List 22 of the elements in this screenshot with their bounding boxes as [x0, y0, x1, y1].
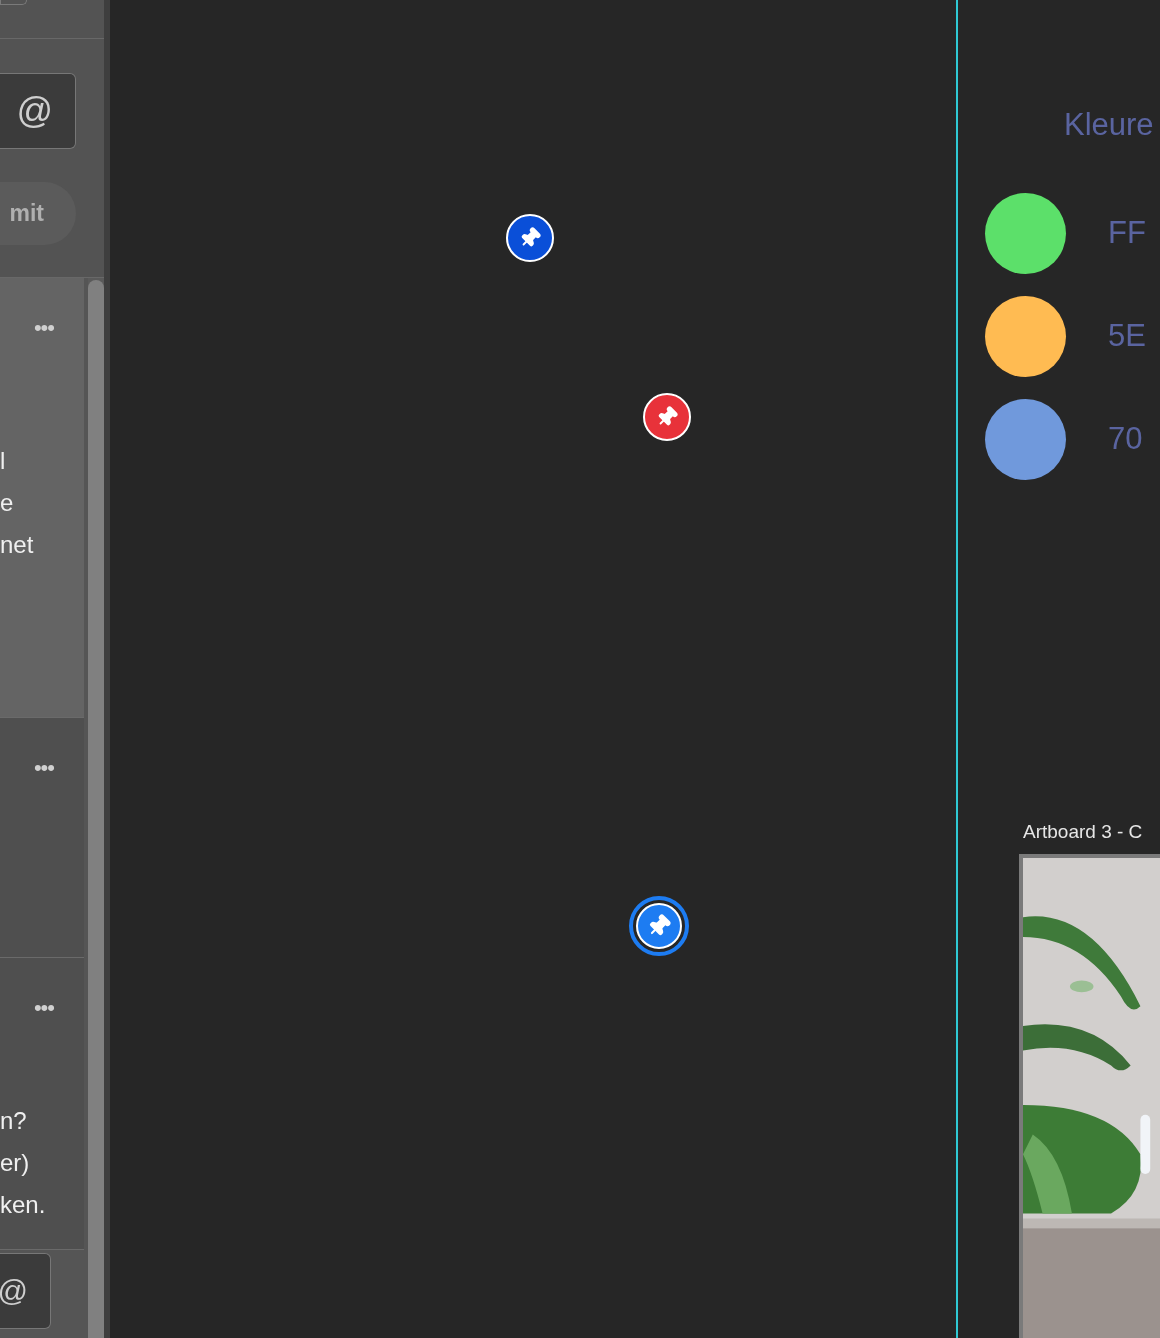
comment-input[interactable]: @ [0, 73, 76, 149]
comment-text-line: ken. [0, 1190, 47, 1220]
comment-text-line: e [0, 488, 15, 518]
color-code: 5E [1108, 316, 1146, 355]
comment-text-line: l [0, 446, 7, 476]
reply-input[interactable]: @ [0, 1253, 51, 1329]
artboard-heading: Kleure [1064, 107, 1154, 142]
comment-text-line: n? [0, 1106, 28, 1136]
artboard-label[interactable]: Artboard 3 - C [1023, 820, 1143, 842]
comment-text-line: er) [0, 1148, 31, 1178]
more-options[interactable]: ••• [33, 756, 54, 780]
comment-text-line: net [0, 530, 35, 560]
comment-pin[interactable] [629, 896, 689, 956]
comment-card[interactable]: ••• [0, 718, 84, 958]
more-options[interactable]: ••• [33, 996, 54, 1020]
color-code: 70 [1108, 419, 1143, 458]
more-options[interactable]: ••• [33, 316, 54, 340]
color-code: FF [1108, 213, 1146, 252]
comment-card[interactable]: ••• l e net [0, 278, 84, 718]
mention-icon[interactable]: @ [0, 1276, 28, 1306]
comment-card[interactable]: ••• n? er) ken. [0, 958, 84, 1250]
mention-icon[interactable]: @ [16, 93, 53, 129]
